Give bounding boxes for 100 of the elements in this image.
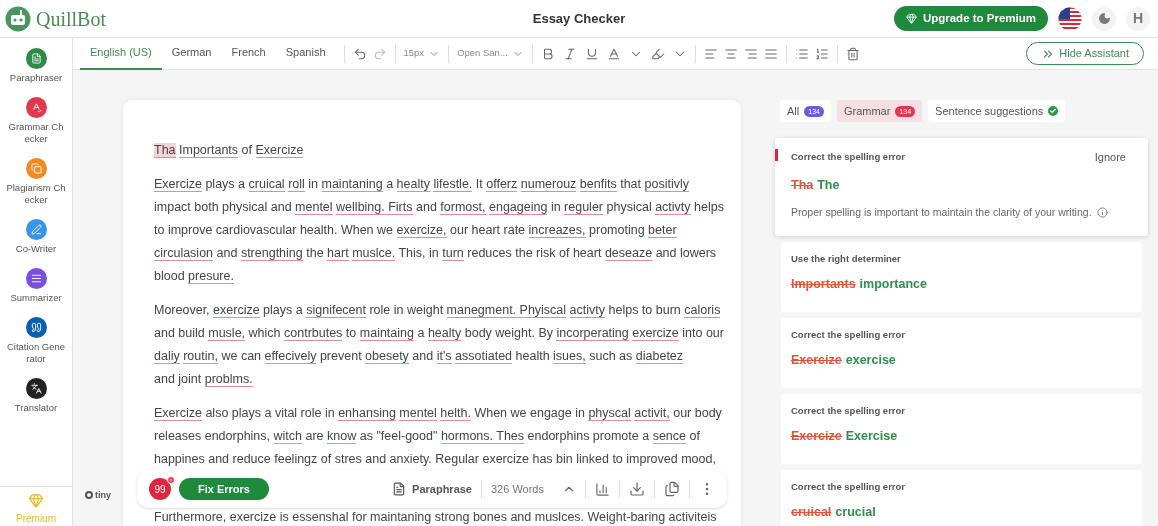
misspelled-word[interactable]: numerouz xyxy=(520,177,577,192)
misspelled-word[interactable]: hormons. Thes xyxy=(440,429,525,444)
tool-label[interactable]: Citation Generator xyxy=(6,341,66,365)
language-tab[interactable]: German xyxy=(161,37,222,70)
misspelled-word[interactable]: daliy xyxy=(154,349,180,364)
suggested-word[interactable]: importance xyxy=(859,277,927,293)
language-tab[interactable]: French xyxy=(221,37,276,70)
misspelled-word[interactable]: cruical xyxy=(248,177,285,192)
misspelled-word[interactable]: positivly xyxy=(644,177,689,192)
misspelled-word[interactable]: helth. xyxy=(440,406,471,421)
misspelled-word[interactable]: reguler xyxy=(564,200,603,215)
misspelled-word[interactable]: know xyxy=(327,429,357,444)
misspelled-word[interactable]: turn xyxy=(442,246,464,261)
italic-icon[interactable] xyxy=(562,46,577,61)
misspelled-word[interactable]: strengthing xyxy=(240,246,303,261)
misspelled-word[interactable]: roll xyxy=(288,177,305,192)
undo-icon[interactable] xyxy=(352,46,367,61)
misspelled-word[interactable]: signifecent xyxy=(306,303,366,318)
misspelled-word[interactable]: routin, xyxy=(183,349,218,364)
language-tab[interactable]: Spanish xyxy=(275,37,336,70)
suggestion-card[interactable]: Use the right determiner Importants importance xyxy=(781,242,1142,312)
suggestion-card[interactable]: Correct the spelling error Exercize exercise xyxy=(781,318,1142,388)
filter-tab[interactable]: Sentence suggestions xyxy=(928,100,1066,122)
misspelled-word[interactable]: muslce. xyxy=(352,246,396,261)
misspelled-word[interactable]: exercize xyxy=(632,326,679,341)
misspelled-word[interactable]: obesety xyxy=(365,349,409,364)
suggested-word[interactable]: crucial xyxy=(835,505,876,521)
tool-icon[interactable] xyxy=(25,378,47,399)
text-color-icon[interactable] xyxy=(606,46,621,61)
misspelled-word[interactable]: Exercize xyxy=(154,406,202,421)
misspelled-word[interactable]: presure. xyxy=(188,269,234,284)
misspelled-word[interactable]: Importants xyxy=(179,143,239,158)
misspelled-word[interactable]: benfits xyxy=(579,177,617,192)
highlighter-icon[interactable] xyxy=(650,46,665,61)
misspelled-word[interactable]: hart xyxy=(327,246,349,261)
info-icon[interactable] xyxy=(1096,206,1108,218)
misspelled-word[interactable]: witch xyxy=(273,429,302,444)
tool-label[interactable]: Plagiarism Checker xyxy=(6,182,66,206)
misspelled-word[interactable]: sence xyxy=(652,429,686,444)
misspelled-word[interactable]: manegment. Phyiscal xyxy=(446,303,567,318)
misspelled-word[interactable]: healty xyxy=(396,177,430,192)
misspelled-word[interactable]: diabetez xyxy=(635,349,684,364)
misspelled-word[interactable]: isues, xyxy=(553,349,586,364)
misspelled-word[interactable]: increazes, xyxy=(528,223,586,238)
misspelled-word[interactable]: contrbutes xyxy=(284,326,343,341)
copy-icon[interactable] xyxy=(664,481,680,497)
misspelled-word[interactable]: Exercize xyxy=(255,143,304,158)
misspelled-word[interactable]: incorperating xyxy=(556,326,629,341)
paraphrase-button[interactable]: Paraphrase xyxy=(392,480,472,498)
misspelled-word[interactable]: lifestle. xyxy=(433,177,473,192)
misspelled-word[interactable]: exercize xyxy=(213,303,260,318)
misspelled-word[interactable]: effecively xyxy=(264,349,317,364)
misspelled-word[interactable]: wellbing. Firts xyxy=(336,200,413,215)
chart-icon[interactable] xyxy=(595,481,610,497)
misspelled-word[interactable]: mentel xyxy=(399,406,437,421)
suggestion-card[interactable]: Correct the spelling error Ignore Tha The Proper spelling is important to maintain the clarity of your writing. xyxy=(775,138,1148,236)
numbered-list-icon[interactable] xyxy=(814,46,829,61)
misspelled-word[interactable]: Tha xyxy=(154,143,176,158)
robot-logo-icon[interactable] xyxy=(5,5,31,32)
theme-toggle[interactable] xyxy=(1092,6,1116,31)
tool-label[interactable]: Grammar Checker xyxy=(6,121,66,145)
flag-icon[interactable] xyxy=(1058,6,1082,31)
misspelled-word[interactable]: engageing xyxy=(489,200,548,215)
underline-icon[interactable] xyxy=(584,46,599,61)
tool-label[interactable]: Translator xyxy=(6,402,66,414)
trash-icon[interactable] xyxy=(845,46,860,61)
misspelled-word[interactable]: problms. xyxy=(204,372,253,387)
download-icon[interactable] xyxy=(629,481,645,497)
suggested-word[interactable]: The xyxy=(817,177,840,193)
upgrade-button[interactable]: Upgrade to Premium xyxy=(893,6,1048,31)
tool-label[interactable]: Co-Writer xyxy=(6,243,66,255)
suggestion-card[interactable]: Correct the spelling error Exercize Exercise xyxy=(781,394,1142,464)
misspelled-word[interactable]: exercize, xyxy=(396,223,447,238)
font-size-dropdown[interactable]: 15px xyxy=(403,46,441,61)
misspelled-word[interactable]: circulasion xyxy=(154,246,214,261)
misspelled-word[interactable]: activty xyxy=(569,303,606,318)
misspelled-word[interactable]: formost, xyxy=(440,200,486,215)
suggestion-card[interactable]: Correct the spelling error cruical crucial xyxy=(781,470,1142,526)
suggested-word[interactable]: Exercise xyxy=(845,429,898,445)
ignore-button[interactable]: Ignore xyxy=(1094,149,1126,166)
misspelled-word[interactable]: assotiated xyxy=(455,349,513,364)
tool-label[interactable]: Paraphraser xyxy=(6,72,66,84)
suggested-word[interactable]: exercise xyxy=(845,353,896,369)
misspelled-word[interactable]: deseaze xyxy=(604,246,653,261)
misspelled-word[interactable]: Exercize xyxy=(154,177,202,192)
misspelled-word[interactable]: mentel xyxy=(295,200,333,215)
editor-card[interactable] xyxy=(123,100,741,526)
misspelled-word[interactable]: offerz xyxy=(486,177,518,192)
misspelled-word[interactable]: maintaing xyxy=(359,326,414,341)
misspelled-word[interactable]: caloris xyxy=(684,303,721,318)
fix-errors-button[interactable]: Fix Errors xyxy=(179,478,269,500)
font-family-dropdown[interactable]: Open San... xyxy=(457,46,524,61)
misspelled-word[interactable]: musle, xyxy=(208,326,246,341)
misspelled-word[interactable]: beter xyxy=(648,223,677,238)
user-avatar[interactable]: H xyxy=(1126,6,1150,31)
misspelled-word[interactable]: healty xyxy=(427,326,462,341)
misspelled-word[interactable]: maintaning xyxy=(321,177,383,192)
misspelled-word[interactable]: enhansing xyxy=(338,406,396,421)
misspelled-word[interactable]: activty xyxy=(655,200,691,215)
misspelled-word[interactable]: activit, xyxy=(634,406,670,421)
